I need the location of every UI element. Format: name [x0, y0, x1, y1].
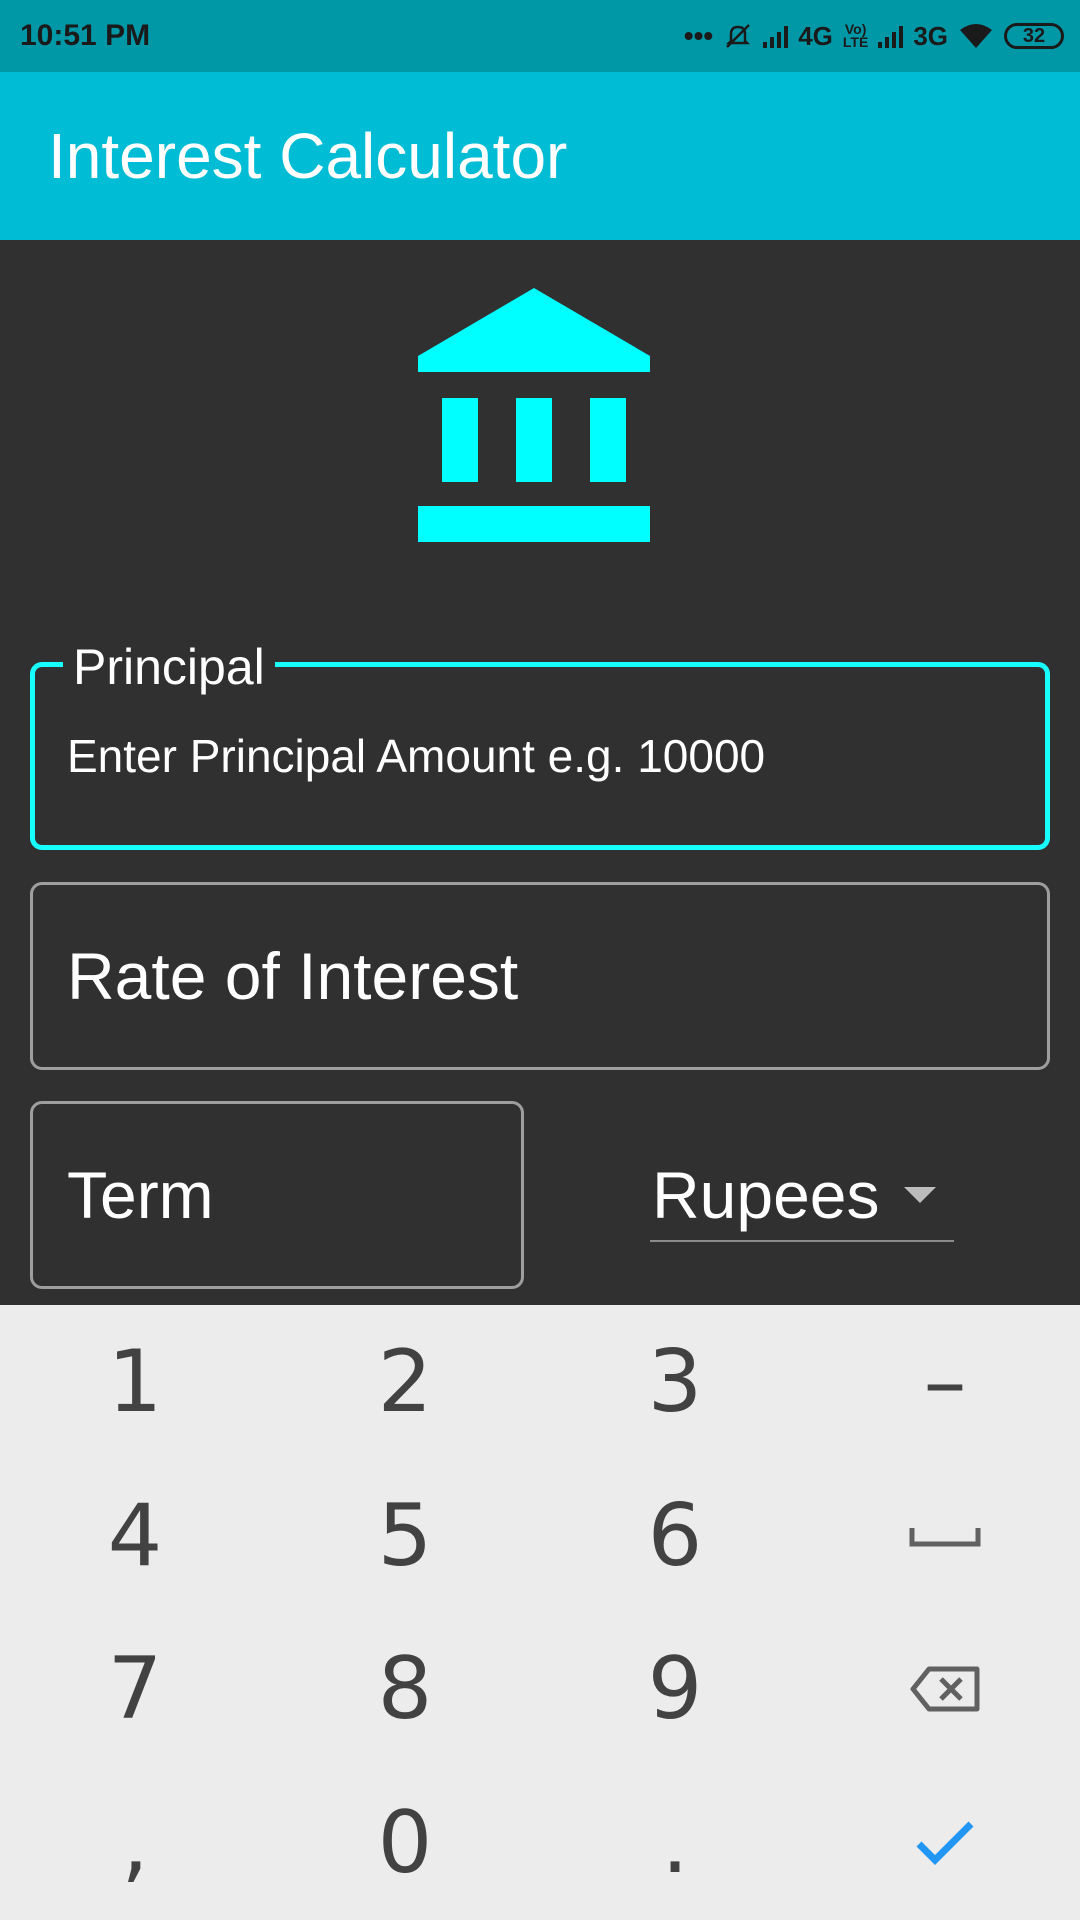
key-8[interactable]: 8	[270, 1613, 540, 1767]
key-1[interactable]: 1	[0, 1305, 270, 1459]
space-icon	[909, 1527, 981, 1547]
dropdown-arrow-icon	[904, 1187, 936, 1203]
principal-label: Principal	[63, 642, 275, 692]
key-4[interactable]: 4	[0, 1459, 270, 1613]
term-label: Term	[67, 1158, 214, 1232]
bank-icon	[418, 288, 650, 542]
more-dots-icon: •••	[683, 20, 714, 51]
checkmark-icon	[916, 1821, 974, 1866]
signal-icon	[878, 24, 904, 48]
numeric-keyboard: 1 2 3 – 4 5 6 7 8 9 , 0 .	[0, 1305, 1080, 1920]
key-period[interactable]: .	[540, 1766, 810, 1920]
key-2[interactable]: 2	[270, 1305, 540, 1459]
status-time: 10:51 PM	[20, 19, 151, 52]
signal-icon	[763, 24, 789, 48]
key-backspace[interactable]	[810, 1613, 1080, 1767]
network-type-1: 4G	[798, 20, 833, 51]
key-3[interactable]: 3	[540, 1305, 810, 1459]
status-icons: ••• 4G Vo) LTE 3G 32	[684, 20, 1064, 52]
key-minus[interactable]: –	[810, 1305, 1080, 1459]
currency-selected: Rupees	[652, 1158, 880, 1232]
mute-icon	[726, 24, 751, 48]
volte-indicator: Vo) LTE	[842, 21, 869, 50]
currency-dropdown[interactable]: Rupees	[650, 1150, 954, 1242]
app-bar: Interest Calculator	[0, 72, 1080, 240]
rate-of-interest-field[interactable]: Rate of Interest	[30, 882, 1050, 1070]
key-comma[interactable]: ,	[0, 1766, 270, 1920]
principal-placeholder: Enter Principal Amount e.g. 10000	[67, 730, 766, 782]
term-field[interactable]: Term	[30, 1101, 524, 1289]
key-done[interactable]	[810, 1766, 1080, 1920]
network-type-2: 3G	[913, 20, 948, 51]
key-5[interactable]: 5	[270, 1459, 540, 1613]
key-6[interactable]: 6	[540, 1459, 810, 1613]
app-title: Interest Calculator	[48, 120, 568, 192]
battery-icon: 32	[1004, 23, 1064, 49]
wifi-icon	[960, 24, 992, 48]
principal-field[interactable]: Principal Enter Principal Amount e.g. 10…	[30, 642, 1050, 850]
key-9[interactable]: 9	[540, 1613, 810, 1767]
status-bar: 10:51 PM ••• 4G Vo) LTE 3G 32	[0, 0, 1080, 72]
rate-of-interest-label: Rate of Interest	[67, 939, 519, 1013]
key-0[interactable]: 0	[270, 1766, 540, 1920]
backspace-icon	[910, 1666, 980, 1712]
key-7[interactable]: 7	[0, 1613, 270, 1767]
key-space[interactable]	[810, 1459, 1080, 1613]
